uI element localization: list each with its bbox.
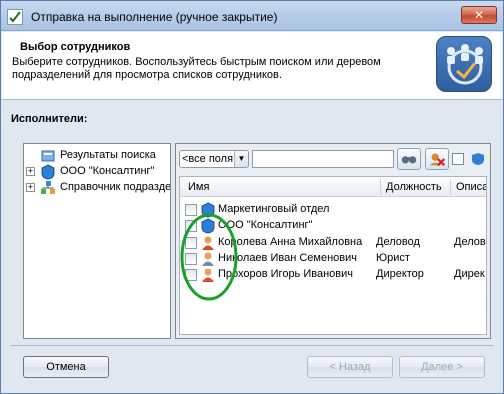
column-divider[interactable] — [380, 179, 381, 195]
cell-name: Королева Анна Михайловна — [218, 236, 363, 248]
cell-position: Директор — [376, 268, 424, 280]
cell-name: ООО "Консалтинг" — [218, 219, 313, 231]
row-checkbox[interactable] — [185, 204, 197, 216]
next-button[interactable]: Далее > — [399, 356, 485, 378]
cell-position: Деловод — [376, 236, 420, 248]
group-icon[interactable] — [470, 152, 486, 166]
cell-name: Маркетинговый отдел — [218, 203, 330, 215]
tree-item-label: Справочник подразде — [60, 181, 171, 193]
table-row[interactable]: Прохоров Игорь Иванович Директор Дирек — [180, 267, 486, 283]
close-icon: ✕ — [473, 8, 485, 22]
cell-name: Прохоров Игорь Иванович — [218, 268, 354, 280]
cell-description: Дирек — [454, 268, 485, 280]
department-icon — [201, 202, 215, 218]
table-row[interactable]: Николаев Иван Семенович Юрист — [180, 251, 486, 267]
wizard-header: Выбор сотрудников Выберите сотрудников. … — [2, 32, 502, 100]
cell-position: Юрист — [376, 252, 410, 264]
row-checkbox[interactable] — [185, 269, 197, 281]
table-row[interactable]: ООО "Консалтинг" — [180, 218, 486, 234]
performers-label: Исполнители: — [11, 113, 88, 125]
organization-icon — [41, 164, 55, 180]
grid-header: Имя Должность Описа — [180, 177, 486, 197]
search-toolbar: <все поля ▼ — [176, 144, 490, 174]
employees-grid[interactable]: Имя Должность Описа Маркетинговый отдел … — [179, 176, 487, 335]
column-divider[interactable] — [450, 179, 451, 195]
row-checkbox[interactable] — [185, 253, 197, 265]
select-value: <все поля — [182, 153, 234, 165]
user-icon — [202, 252, 214, 266]
binoculars-icon — [401, 156, 417, 164]
clear-search-button[interactable] — [425, 148, 449, 170]
organization-icon — [201, 218, 215, 234]
cell-description: Делов — [454, 236, 486, 248]
cancel-button[interactable]: Отмена — [23, 356, 109, 378]
column-header-position[interactable]: Должность — [386, 181, 442, 193]
table-row[interactable]: Королева Анна Михайловна Деловод Делов — [180, 235, 486, 251]
clear-filter-icon — [429, 153, 446, 167]
app-checkmark-icon — [7, 9, 23, 25]
window-title: Отправка на выполнение (ручное закрытие) — [31, 10, 278, 24]
column-header-name[interactable]: Имя — [188, 181, 209, 193]
search-field-select[interactable]: <все поля ▼ — [179, 150, 249, 168]
row-checkbox[interactable] — [185, 220, 197, 232]
table-row[interactable]: Маркетинговый отдел — [180, 202, 486, 218]
department-tree[interactable]: Результаты поиска + ООО "Консалтинг" + С… — [23, 143, 171, 339]
row-checkbox[interactable] — [185, 237, 197, 249]
cell-name: Николаев Иван Семенович — [218, 252, 357, 264]
footer-divider — [11, 345, 493, 346]
search-results-icon — [41, 150, 55, 162]
close-button[interactable]: ✕ — [461, 6, 497, 24]
tree-item-label: ООО "Консалтинг" — [60, 165, 155, 177]
user-icon — [202, 268, 214, 282]
user-icon — [202, 236, 214, 250]
title-bar: Отправка на выполнение (ручное закрытие)… — [1, 1, 503, 31]
find-button[interactable] — [397, 148, 421, 170]
column-header-description[interactable]: Описа — [456, 181, 486, 193]
back-button[interactable]: < Назад — [307, 356, 393, 378]
tree-item-label: Результаты поиска — [60, 149, 156, 161]
employees-illustration-icon — [436, 36, 492, 92]
expand-icon[interactable]: + — [26, 167, 35, 176]
department-directory-icon — [41, 181, 55, 194]
expand-icon[interactable]: + — [26, 183, 35, 192]
header-description: Выберите сотрудников. Воспользуйтесь быс… — [12, 56, 381, 81]
dialog-window: Отправка на выполнение (ручное закрытие)… — [0, 0, 504, 394]
select-all-checkbox[interactable] — [452, 153, 464, 165]
header-title: Выбор сотрудников — [20, 41, 131, 53]
employees-panel: <все поля ▼ Имя Должность Описа Маркетин… — [175, 143, 491, 339]
chevron-down-icon: ▼ — [234, 151, 248, 167]
search-input[interactable] — [252, 150, 394, 168]
